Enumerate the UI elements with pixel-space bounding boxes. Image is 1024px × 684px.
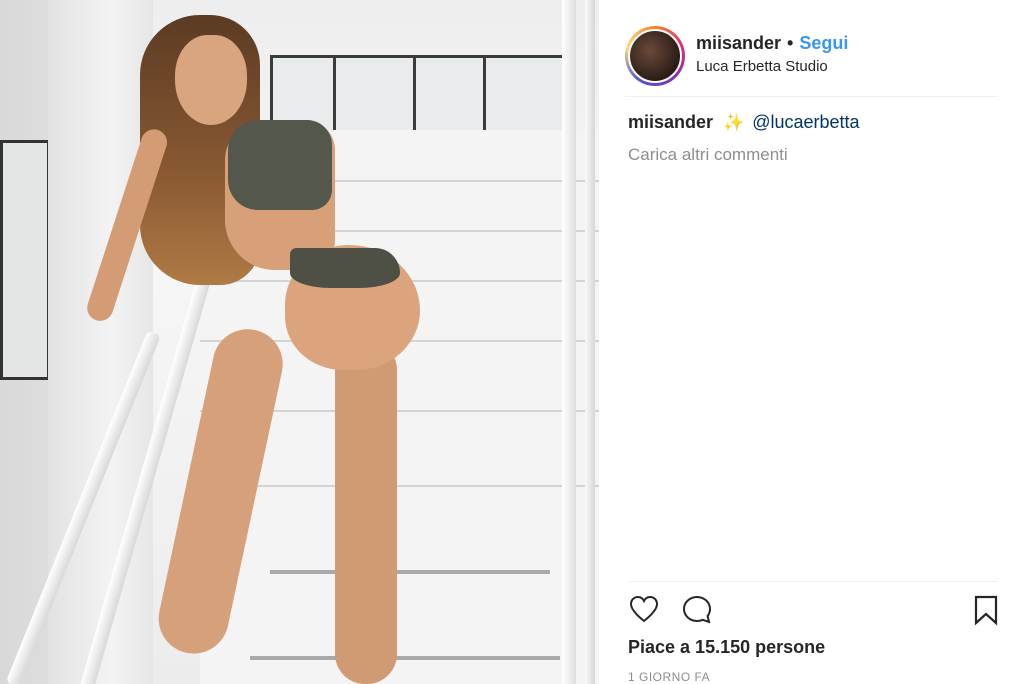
post-timestamp[interactable]: 1 giorno fa [628,670,710,684]
location-link[interactable]: Luca Erbetta Studio [696,58,848,75]
post-header: miisander • Segui Luca Erbetta Studio [625,16,997,96]
comment-username[interactable]: miisander [628,112,713,133]
separator-dot: • [787,33,794,53]
likes-count[interactable]: Piace a 15.150 persone [628,637,825,658]
photo-figure-head [175,35,247,125]
comment-bubble-icon[interactable] [681,594,713,626]
photo-figure-top [228,120,332,210]
comment-mention-link[interactable]: @lucaerbetta [752,112,859,133]
header-text: miisander • Segui Luca Erbetta Studio [696,33,848,75]
username-line: miisander • Segui [696,33,848,54]
photo-figure-leg [335,340,397,684]
divider [628,581,998,582]
photo-window-left [0,140,50,380]
avatar-story-ring[interactable] [625,26,685,86]
post-photo[interactable] [0,0,599,684]
post-side-panel: miisander • Segui Luca Erbetta Studio mi… [599,0,1024,684]
sparkles-icon: ✨ [723,112,745,132]
avatar[interactable] [628,29,682,83]
photo-handrail-right-2 [585,0,595,684]
divider [625,96,997,97]
follow-button[interactable]: Segui [799,33,848,54]
photo-figure-bottom [290,248,400,288]
username-link[interactable]: miisander [696,33,781,54]
comments-section: miisander ✨ @lucaerbetta Carica altri co… [628,112,998,165]
heart-icon[interactable] [628,594,660,626]
post-actions [628,594,998,628]
load-more-comments-button[interactable]: Carica altri commenti [628,145,998,165]
bookmark-icon[interactable] [970,594,998,626]
instagram-post: miisander • Segui Luca Erbetta Studio mi… [0,0,1024,684]
photo-handrail-right [562,0,576,684]
photo-pillar [48,0,153,684]
comment-item: miisander ✨ @lucaerbetta [628,112,998,133]
